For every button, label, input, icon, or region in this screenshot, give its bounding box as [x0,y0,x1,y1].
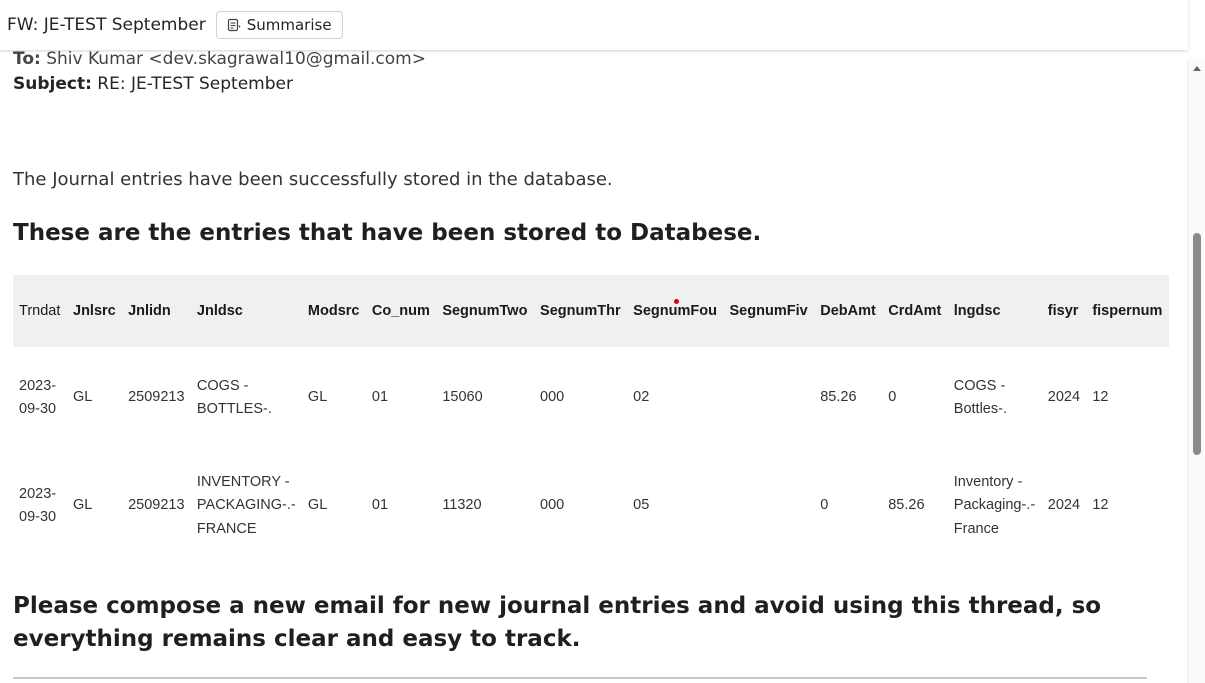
column-header: SegnumTwo [442,303,528,319]
table-cell: INVENTORY - PACKAGING-.-FRANCE [196,473,296,537]
message-title: FW: JE-TEST September [7,15,206,35]
table-row: 2023-09-30 GL 2509213 COGS - BOTTLES-. G… [13,347,1169,449]
table-cell [724,347,815,449]
table-cell: 000 [540,389,565,406]
column-header: Jnldsc [196,303,243,319]
column-header: DebAmt [820,303,876,319]
table-cell: 0 [820,497,829,514]
table-cell [724,449,815,563]
table-cell: GL [307,497,328,514]
column-header: SegnumFou [633,303,717,319]
to-label: To: [13,49,41,69]
column-header: CrdAmt [888,303,942,319]
scrollbar-thumb[interactable] [1193,233,1201,455]
entries-heading: These are the entries that have been sto… [13,220,762,246]
table-cell: 12 [1092,497,1109,514]
summarise-label: Summarise [246,16,332,34]
column-header: Jnlsrc [73,303,116,319]
column-header: Co_num [371,303,430,319]
subject-label: Subject: [13,74,92,94]
table-cell: 2024 [1047,389,1081,406]
table-cell: GL [307,389,328,406]
table-row: 2023-09-30 GL 2509213 INVENTORY - PACKAG… [13,449,1169,563]
cursor-dot-icon [674,299,679,304]
table-cell: 12 [1092,389,1109,406]
table-cell: GL [73,497,93,514]
subject-line: Subject: RE: JE-TEST September [13,71,293,97]
table-cell: COGS - Bottles-. [953,377,1007,418]
body-paragraph: The Journal entries have been successful… [13,169,613,190]
table-cell: 000 [540,497,565,514]
column-header: Jnlidn [128,303,171,319]
table-cell: 2509213 [128,497,185,514]
table-cell: 15060 [442,389,483,406]
summarise-icon [227,18,241,32]
table-cell: Inventory - Packaging-.-France [953,473,1036,537]
table-cell: GL [73,389,93,406]
table-cell: 11320 [442,497,482,514]
column-header: lngdsc [953,303,1001,319]
column-header: Trndat [19,303,61,319]
table-cell: 01 [371,389,389,406]
column-header: fisyr [1047,303,1079,319]
table-cell: 2023-09-30 [19,377,57,418]
column-header: SegnumThr [540,303,621,319]
divider [13,677,1147,679]
to-value[interactable]: Shiv Kumar <dev.skagrawal10@gmail.com> [46,49,426,69]
column-header: Modsrc [307,303,360,319]
table-cell: 2023-09-30 [19,485,57,526]
scroll-up-arrow-icon[interactable] [1193,66,1201,71]
journal-entries-table: Trndat Jnlsrc Jnlidn Jnldsc Modsrc Co_nu… [13,275,1169,563]
table-cell: 01 [371,497,389,514]
table-cell: 2509213 [128,389,185,406]
column-header: fispernum [1092,303,1163,319]
table-cell: 2024 [1047,497,1081,514]
table-cell: 0 [888,389,897,406]
table-header-row: Trndat Jnlsrc Jnlidn Jnldsc Modsrc Co_nu… [13,275,1169,347]
table-cell: 85.26 [888,497,925,514]
table-cell: 85.26 [820,389,857,406]
closing-heading: Please compose a new email for new journ… [13,593,1102,652]
column-header: SegnumFiv [729,303,808,319]
summarise-button[interactable]: Summarise [215,11,343,39]
message-header-bar: FW: JE-TEST September Summarise [0,0,1188,50]
subject-value: RE: JE-TEST September [97,74,293,94]
table-cell: 05 [633,497,650,514]
table-cell: COGS - BOTTLES-. [196,377,272,418]
table-cell: 02 [633,389,650,406]
